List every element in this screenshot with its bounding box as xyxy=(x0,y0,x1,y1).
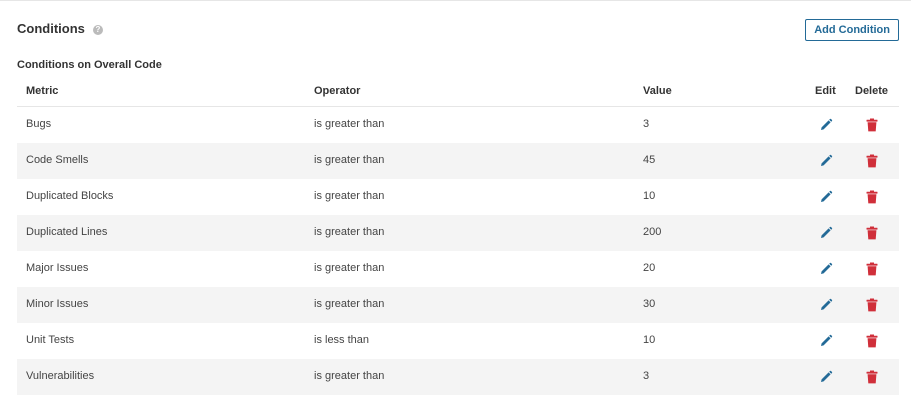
cell-metric: Vulnerabilities xyxy=(26,370,95,382)
header-delete: Delete xyxy=(855,85,889,97)
header-value: Value xyxy=(643,85,672,97)
trash-icon[interactable] xyxy=(865,334,879,348)
cell-value: 10 xyxy=(643,190,656,202)
cell-value: 3 xyxy=(643,118,650,130)
trash-icon[interactable] xyxy=(865,190,879,204)
cell-operator: is greater than xyxy=(314,370,385,382)
add-condition-button[interactable]: Add Condition xyxy=(805,19,899,41)
table-header: Metric Operator Value Edit Delete xyxy=(17,76,899,107)
cell-operator: is greater than xyxy=(314,262,385,274)
table-row: Bugs is greater than 3 xyxy=(17,107,899,143)
table-row: Code Smells is greater than 45 xyxy=(17,143,899,179)
header-operator: Operator xyxy=(314,85,361,97)
pencil-icon[interactable] xyxy=(819,298,833,312)
cell-metric: Duplicated Blocks xyxy=(26,190,114,202)
cell-operator: is less than xyxy=(314,334,370,346)
table-body: Bugs is greater than 3 Code Smells is gr… xyxy=(17,107,899,395)
cell-value: 200 xyxy=(643,226,662,238)
section-title-text: Conditions xyxy=(17,21,85,36)
cell-metric: Unit Tests xyxy=(26,334,75,346)
trash-icon[interactable] xyxy=(865,370,879,384)
header-edit: Edit xyxy=(815,85,836,97)
trash-icon[interactable] xyxy=(865,226,879,240)
pencil-icon[interactable] xyxy=(819,262,833,276)
pencil-icon[interactable] xyxy=(819,370,833,384)
cell-value: 3 xyxy=(643,370,650,382)
section-title: Conditions ? xyxy=(17,21,103,36)
header-metric: Metric xyxy=(26,85,59,97)
pencil-icon[interactable] xyxy=(819,190,833,204)
conditions-subtitle: Conditions on Overall Code xyxy=(17,59,162,71)
pencil-icon[interactable] xyxy=(819,118,833,132)
cell-metric: Major Issues xyxy=(26,262,89,274)
top-divider xyxy=(0,0,911,1)
cell-operator: is greater than xyxy=(314,190,385,202)
table-row: Major Issues is greater than 20 xyxy=(17,251,899,287)
cell-operator: is greater than xyxy=(314,226,385,238)
cell-metric: Duplicated Lines xyxy=(26,226,108,238)
cell-metric: Bugs xyxy=(26,118,52,130)
table-row: Duplicated Blocks is greater than 10 xyxy=(17,179,899,215)
cell-value: 30 xyxy=(643,298,656,310)
table-row: Minor Issues is greater than 30 xyxy=(17,287,899,323)
cell-value: 20 xyxy=(643,262,656,274)
cell-value: 45 xyxy=(643,154,656,166)
pencil-icon[interactable] xyxy=(819,334,833,348)
table-row: Vulnerabilities is greater than 3 xyxy=(17,359,899,395)
cell-metric: Minor Issues xyxy=(26,298,89,310)
cell-operator: is greater than xyxy=(314,118,385,130)
table-row: Unit Tests is less than 10 xyxy=(17,323,899,359)
pencil-icon[interactable] xyxy=(819,154,833,168)
trash-icon[interactable] xyxy=(865,118,879,132)
trash-icon[interactable] xyxy=(865,154,879,168)
question-circle-icon[interactable]: ? xyxy=(92,24,103,35)
cell-operator: is greater than xyxy=(314,154,385,166)
conditions-table: Metric Operator Value Edit Delete Bugs i… xyxy=(17,76,899,395)
pencil-icon[interactable] xyxy=(819,226,833,240)
trash-icon[interactable] xyxy=(865,298,879,312)
cell-metric: Code Smells xyxy=(26,154,89,166)
table-row: Duplicated Lines is greater than 200 xyxy=(17,215,899,251)
cell-value: 10 xyxy=(643,334,656,346)
cell-operator: is greater than xyxy=(314,298,385,310)
trash-icon[interactable] xyxy=(865,262,879,276)
conditions-header: Conditions ? Add Condition xyxy=(17,19,899,41)
